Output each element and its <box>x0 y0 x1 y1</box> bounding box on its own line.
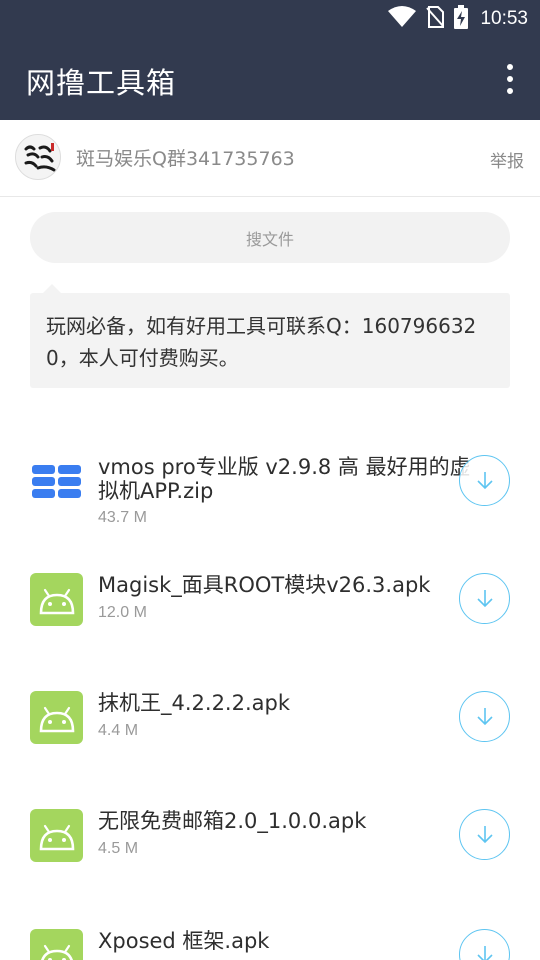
file-name: 抹机王_4.2.2.2.apk <box>98 691 291 715</box>
file-size: 43.7 M <box>98 509 147 526</box>
file-item[interactable]: 抹机王_4.2.2.2.apk 4.4 M <box>0 678 540 788</box>
no-sim-icon <box>426 6 445 32</box>
search-label: 搜文件 <box>245 229 294 249</box>
file-name: vmos pro专业版 v2.9.8 高 最好用的虚拟机APP.zip <box>98 455 471 503</box>
file-name: Xposed 框架.apk <box>98 929 270 953</box>
avatar[interactable] <box>15 134 61 180</box>
download-icon <box>476 825 493 843</box>
app-bar: 网撸工具箱 <box>0 38 540 120</box>
status-bar: 10:53 <box>0 0 540 38</box>
file-name: Magisk_面具ROOT模块v26.3.apk <box>98 573 431 597</box>
download-icon <box>476 471 493 489</box>
wifi-icon <box>388 6 417 32</box>
android-icon <box>30 809 83 862</box>
android-icon <box>30 691 83 744</box>
download-icon <box>476 589 493 607</box>
more-vert-icon[interactable] <box>498 64 522 94</box>
report-button[interactable]: 举报 <box>490 147 524 172</box>
share-name: 斑马娱乐Q群341735763 <box>76 148 295 170</box>
file-item[interactable]: Xposed 框架.apk <box>0 916 540 960</box>
file-size: 4.4 M <box>98 722 139 739</box>
download-button[interactable] <box>459 809 510 860</box>
file-item[interactable]: 无限免费邮箱2.0_1.0.0.apk 4.5 M <box>0 796 540 906</box>
share-header: 斑马娱乐Q群341735763 举报 <box>0 120 540 197</box>
android-icon <box>30 929 83 960</box>
notice-text: 玩网必备，如有好用工具可联系Q：1607966320，本人可付费购买。 <box>46 314 477 370</box>
app-title: 网撸工具箱 <box>26 66 177 100</box>
download-button[interactable] <box>459 573 510 624</box>
search-bar[interactable]: 搜文件 <box>30 212 510 263</box>
file-size: 4.5 M <box>98 840 139 857</box>
file-item[interactable]: Magisk_面具ROOT模块v26.3.apk 12.0 M <box>0 560 540 670</box>
download-icon <box>476 945 493 960</box>
status-time: 10:53 <box>480 8 528 29</box>
battery-charging-icon <box>454 5 469 33</box>
status-icons: 10:53 <box>388 0 528 38</box>
zip-file-icon <box>30 455 83 508</box>
file-size: 12.0 M <box>98 604 147 621</box>
download-button[interactable] <box>459 455 510 506</box>
file-name: 无限免费邮箱2.0_1.0.0.apk <box>98 809 367 833</box>
download-icon <box>476 707 493 725</box>
download-button[interactable] <box>459 691 510 742</box>
android-icon <box>30 573 83 626</box>
file-item[interactable]: vmos pro专业版 v2.9.8 高 最好用的虚拟机APP.zip 43.7… <box>0 440 540 550</box>
notice-box: 玩网必备，如有好用工具可联系Q：1607966320，本人可付费购买。 <box>30 284 510 388</box>
